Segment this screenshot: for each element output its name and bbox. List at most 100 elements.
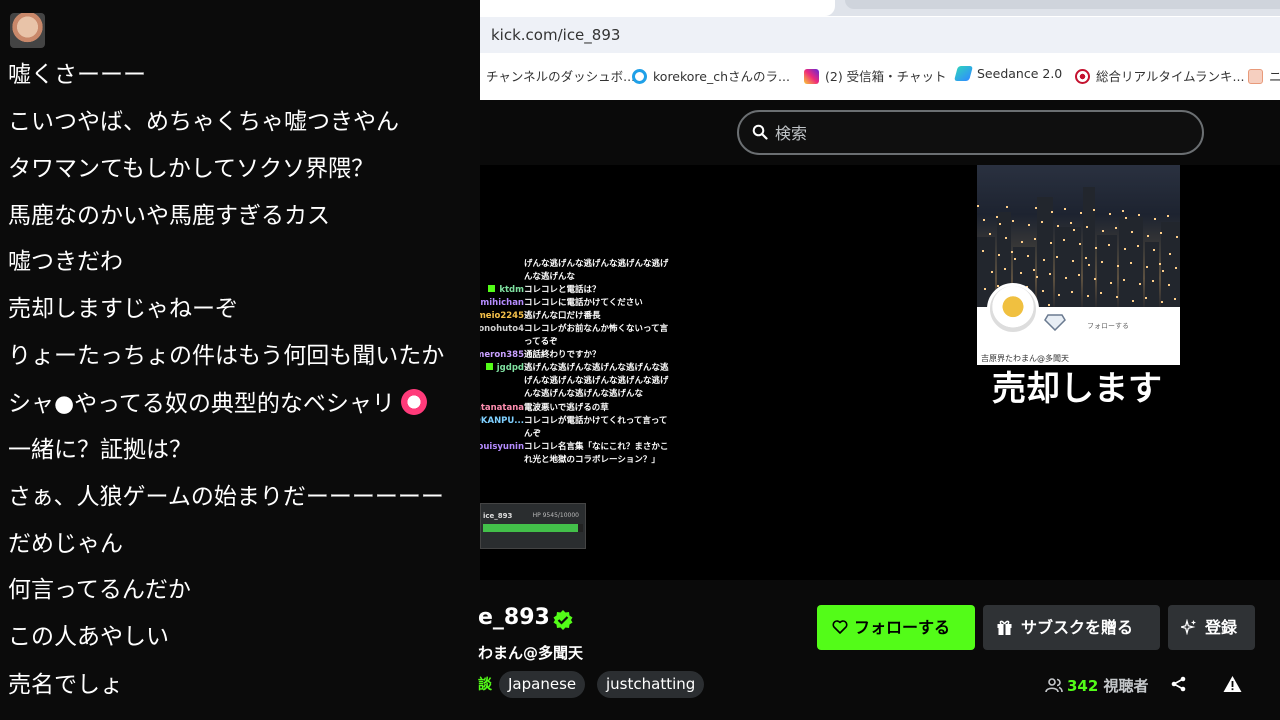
window-light (1086, 226, 1088, 228)
window-light (983, 219, 985, 221)
bookmark-item[interactable]: Seedance 2.0 (953, 66, 1062, 81)
window-light (1175, 267, 1177, 269)
tab-active[interactable] (480, 0, 835, 16)
building-shape (1037, 197, 1053, 307)
window-light (1056, 256, 1058, 258)
window-light (1132, 300, 1134, 302)
bookmark-item[interactable]: 総合リアルタイムランキ... (1075, 66, 1244, 85)
gift-subscription-button[interactable]: サブスクを贈る (983, 605, 1160, 650)
chat-line: この人あやしい (8, 623, 169, 651)
window-light (1174, 298, 1176, 300)
stream-chat-username: puisyunin (480, 442, 524, 452)
search-input[interactable]: 検索 (775, 120, 807, 144)
hp-name: ice_893 (483, 512, 513, 520)
tab-inactive[interactable] (845, 0, 1280, 9)
chat-line: 嘘くさーーー (8, 61, 146, 89)
building-shape (1083, 187, 1095, 307)
window-light (1122, 210, 1124, 212)
browser-window: kick.com/ice_893 チャンネルのダッシュボ... korekore… (480, 0, 1280, 100)
window-light (1036, 276, 1038, 278)
chat-line-text: シャ●やってる奴の典型的なベシャリ (8, 391, 395, 417)
window-light (998, 254, 1000, 256)
window-light (1110, 282, 1112, 284)
chat-line-text: りょーたっちょの件はもう何回も聞いたか (8, 343, 445, 369)
chat-line: こいつやば、めちゃくちゃ嘘つきやん (8, 108, 399, 136)
window-light (1049, 273, 1051, 275)
channel-name[interactable]: e_893 (478, 605, 550, 630)
url-text[interactable]: kick.com/ice_893 (491, 26, 620, 44)
chat-line-text: 嘘くさーーー (8, 62, 146, 88)
window-light (991, 271, 993, 273)
window-light (1159, 263, 1161, 265)
building-shape (1097, 235, 1117, 307)
chat-line: タワマンてもしかしてソクソ界隈？ (8, 155, 374, 183)
window-light (1100, 292, 1102, 294)
address-bar[interactable]: kick.com/ice_893 (480, 17, 1280, 53)
hp-bar-fill (483, 524, 579, 532)
share-icon[interactable] (1170, 675, 1188, 693)
window-light (1152, 280, 1154, 282)
chat-line: りょーたっちょの件はもう何回も聞いたか (8, 342, 444, 370)
stream-title: わまん@多聞天 (478, 644, 584, 662)
window-light (1070, 222, 1072, 224)
tag-justchatting[interactable]: justchatting (597, 671, 705, 698)
window-light (1169, 253, 1171, 255)
register-button[interactable]: 登録 (1168, 605, 1255, 650)
search-box[interactable]: 検索 (737, 110, 1204, 155)
viewer-count-label: 視聴者 (1103, 677, 1149, 695)
category-link[interactable]: 談 (478, 674, 492, 694)
avatar (10, 13, 45, 48)
tag-japanese[interactable]: Japanese (499, 671, 586, 698)
window-light (1123, 279, 1125, 281)
window-light (1167, 215, 1169, 217)
stream-chat-text: 逃げんな逃げんな逃げんな逃げんな逃げんな逃げんな逃げんな逃げんな逃げんな逃げんな… (524, 363, 669, 399)
window-light (1139, 283, 1141, 285)
window-light (1050, 242, 1052, 244)
stream-chat-text: コレコレが電話かけてくれって言ってんぞ (524, 416, 668, 439)
window-light (1160, 232, 1162, 234)
bookmark-label: korekore_chさんのラ... (653, 69, 790, 84)
bookmark-item[interactable]: ニ (1248, 66, 1280, 85)
heart-icon (832, 620, 848, 634)
window-light (1078, 274, 1080, 276)
window-light (1072, 260, 1074, 262)
window-light (1102, 230, 1104, 232)
window-light (1095, 247, 1097, 249)
chat-line-text: こいつやば、めちゃくちゃ嘘つきやん (8, 109, 399, 135)
bookmark-label: チャンネルのダッシュボ... (486, 69, 636, 84)
warning-icon[interactable] (1223, 675, 1242, 693)
kick-badge-icon (485, 363, 493, 370)
bookmark-item[interactable]: (2) 受信箱・チャット (804, 66, 947, 85)
window-light (999, 223, 1001, 225)
window-light (1093, 209, 1095, 211)
window-light (1168, 284, 1170, 286)
window-light (982, 250, 984, 252)
chat-line-text: 売名でしょ (8, 672, 123, 698)
verified-badge-icon (553, 610, 573, 630)
window-light (1125, 217, 1127, 219)
window-light (1162, 270, 1164, 272)
register-label: 登録 (1205, 618, 1238, 637)
bookmark-item[interactable]: チャンネルのダッシュボ... (486, 66, 635, 85)
window-light (1064, 208, 1066, 210)
building-shape (1161, 222, 1180, 307)
window-light (1080, 212, 1082, 214)
window-light (1117, 265, 1119, 267)
stream-chat-username: mihichan (480, 298, 524, 308)
bookmark-label: 総合リアルタイムランキ... (1096, 69, 1245, 84)
window-light (977, 205, 979, 207)
bookmark-item[interactable]: korekore_chさんのラ... (632, 66, 790, 85)
video-player[interactable]: げんな逃げんな逃げんな逃げんな逃げんな逃げんな ktdm コレコレと電話は？ mihi… (480, 165, 1280, 580)
window-light (1154, 218, 1156, 220)
window-light (1042, 290, 1044, 292)
seedance-icon (953, 66, 974, 81)
window-light (1041, 221, 1043, 223)
stream-chat-username: zonohuto4 (480, 324, 524, 334)
follow-button[interactable]: フォローする (817, 605, 975, 650)
window-light (1145, 297, 1147, 299)
window-light (1131, 231, 1133, 233)
window-light (1006, 206, 1008, 208)
users-icon (1045, 678, 1063, 693)
window-light (996, 216, 998, 218)
chat-line: 嘘つきだわ (8, 248, 123, 276)
